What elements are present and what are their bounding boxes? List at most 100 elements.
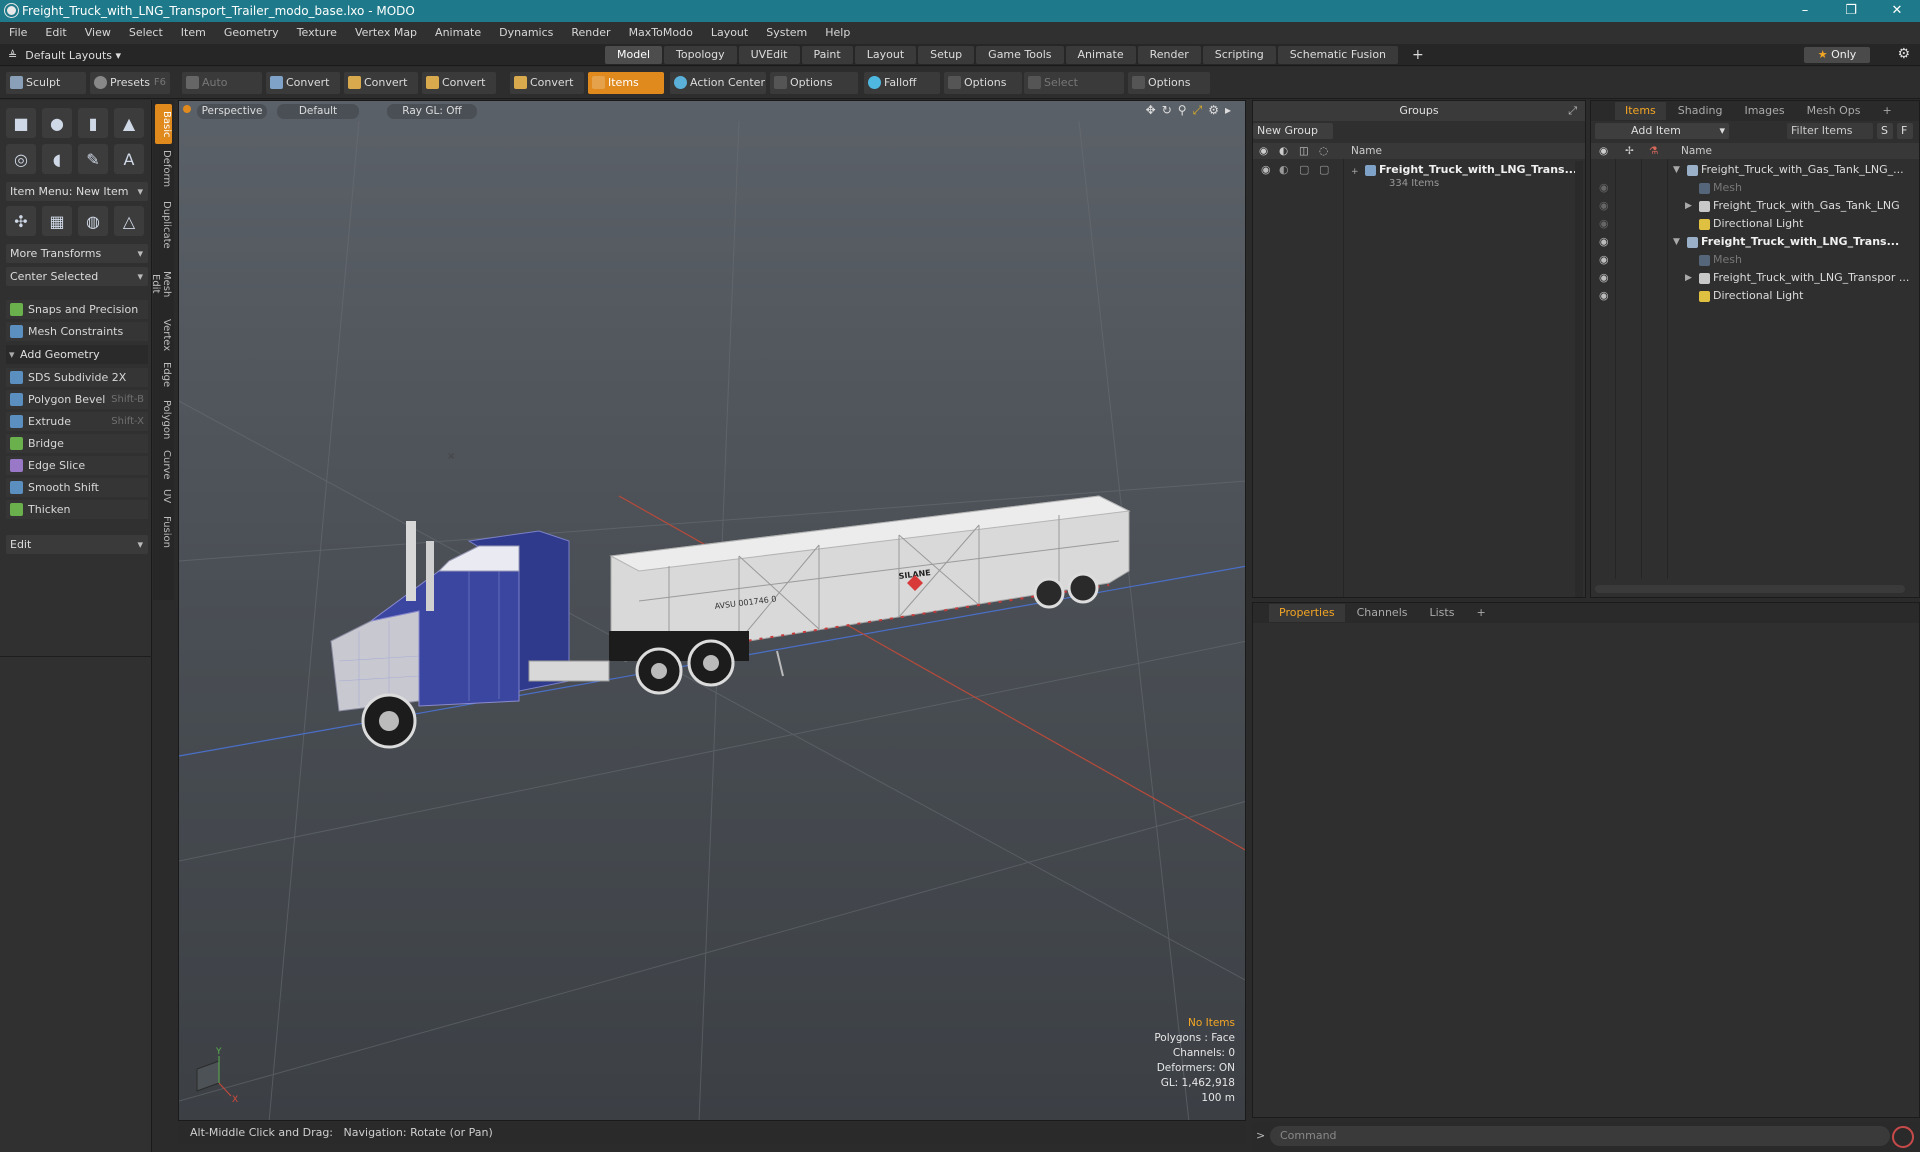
tab-images[interactable]: Images [1734,102,1794,120]
eye-icon[interactable]: ◉ [1261,161,1271,179]
groups-scrollbar[interactable] [1575,161,1583,597]
menu-animate[interactable]: Animate [426,22,490,44]
new-group-button[interactable]: New Group [1253,123,1333,139]
eye-icon[interactable]: ◉ [1599,287,1609,305]
polygon-bevel-button[interactable]: Polygon Bevel Shift-B [6,390,148,409]
bridge-button[interactable]: Bridge [6,434,148,453]
eye-icon[interactable]: ◉ [1599,197,1609,215]
sphere-icon[interactable]: ● [42,108,72,138]
only-toggle[interactable]: ★ Only [1804,47,1870,63]
group-row[interactable]: ◉ ◐ ▢ ▢ + Freight_Truck_with_LNG_Trans..… [1253,161,1585,193]
expand-arrow-icon[interactable]: ▼ [1673,233,1680,251]
menu-view[interactable]: View [76,22,120,44]
render-toggle-icon[interactable]: ◐ [1279,161,1289,179]
tab-animate[interactable]: Animate [1065,46,1136,64]
menu-geometry[interactable]: Geometry [215,22,288,44]
tab-properties[interactable]: Properties [1269,604,1345,622]
vtab-fusion[interactable]: Fusion [155,512,172,552]
filter-s-button[interactable]: S [1877,123,1893,139]
eye-icon[interactable]: ◉ [1599,179,1609,197]
default-layouts-dropdown[interactable]: Default Layouts ▾ [25,49,121,62]
tab-layout[interactable]: Layout [854,46,917,64]
tab-paint[interactable]: Paint [801,46,853,64]
add-tab-plus[interactable]: + [1873,102,1902,120]
name-column[interactable]: Name [1351,143,1382,159]
3d-viewport[interactable]: Perspective Default Ray GL: Off ✥ ↻ ⚲ ⤢ … [178,100,1246,1121]
pen-tool-icon[interactable]: ✎ [78,144,108,174]
tab-render[interactable]: Render [1137,46,1201,64]
cylinder-icon[interactable]: ▮ [78,108,108,138]
convert-polygons-button[interactable]: Convert [422,72,496,94]
gear-icon[interactable]: ⚙ [1897,46,1910,62]
tab-mesh-ops[interactable]: Mesh Ops [1797,102,1871,120]
menu-texture[interactable]: Texture [288,22,346,44]
menu-select[interactable]: Select [120,22,172,44]
expand-arrow-icon[interactable]: ▶ [1685,269,1692,287]
tab-setup[interactable]: Setup [918,46,975,64]
extrude-button[interactable]: Extrude Shift-X [6,412,148,431]
tab-shading[interactable]: Shading [1668,102,1733,120]
add-geometry-header[interactable]: Add Geometry [6,345,148,364]
items-horizontal-scrollbar[interactable] [1595,585,1905,593]
items-mode-button[interactable]: Items [588,72,664,94]
pyramid-icon[interactable]: △ [114,206,144,236]
cone-icon[interactable]: ▲ [114,108,144,138]
tab-scripting[interactable]: Scripting [1202,46,1276,64]
tab-items[interactable]: Items [1615,102,1666,120]
vtab-uv[interactable]: UV [155,484,172,508]
lock-toggle-icon[interactable]: ▢ [1299,161,1309,179]
vtab-duplicate[interactable]: Duplicate [155,196,172,254]
vtab-polygon[interactable]: Polygon [155,396,172,444]
tab-schematic-fusion[interactable]: Schematic Fusion [1277,46,1399,64]
eye-icon[interactable]: ◉ [1599,251,1609,269]
eye-icon[interactable]: ◉ [1599,269,1609,287]
cube-icon[interactable]: ■ [6,108,36,138]
expand-panel-icon[interactable]: ⤢ [1568,101,1577,121]
add-tab-button[interactable]: + [1400,46,1436,64]
select-toggle-icon[interactable]: ▢ [1319,161,1329,179]
menu-vertex-map[interactable]: Vertex Map [346,22,426,44]
action-center-options-button[interactable]: Options [770,72,858,94]
name-column[interactable]: Name [1681,143,1712,159]
menu-dynamics[interactable]: Dynamics [490,22,562,44]
tab-uvedit[interactable]: UVEdit [738,46,800,64]
globe-icon[interactable]: ◍ [78,206,108,236]
tab-game-tools[interactable]: Game Tools [976,46,1064,64]
vtab-deform[interactable]: Deform [155,146,172,192]
layout-collapse-icon[interactable]: ≜ [8,49,17,62]
text-tool-icon[interactable]: A [114,144,144,174]
thicken-button[interactable]: Thicken [6,500,148,519]
convert-vertices-button[interactable]: Convert [266,72,340,94]
sds-subdivide-button[interactable]: SDS Subdivide 2X [6,368,148,387]
snaps-precision-button[interactable]: Snaps and Precision [6,300,148,319]
falloff-options-button[interactable]: Options [944,72,1022,94]
vtab-edge[interactable]: Edge [155,358,172,392]
filter-f-button[interactable]: F [1897,123,1913,139]
add-item-dropdown[interactable]: Add Item ▾ [1595,123,1729,139]
filter-items-input[interactable]: Filter Items [1787,123,1873,139]
menu-item[interactable]: Item [172,22,215,44]
record-icon[interactable] [1892,1126,1914,1148]
vtab-vertex[interactable]: Vertex [155,314,172,356]
smooth-shift-button[interactable]: Smooth Shift [6,478,148,497]
tab-channels[interactable]: Channels [1347,604,1418,622]
menu-layout[interactable]: Layout [702,22,757,44]
convert-edges-button[interactable]: Convert [344,72,418,94]
mesh-constraints-button[interactable]: Mesh Constraints [6,322,148,341]
tab-model[interactable]: Model [605,46,663,64]
tab-lists[interactable]: Lists [1420,604,1465,622]
expand-arrow-icon[interactable]: + [1351,163,1359,181]
menu-help[interactable]: Help [816,22,859,44]
eye-icon[interactable]: ◉ [1599,233,1609,251]
tab-topology[interactable]: Topology [664,46,737,64]
menu-system[interactable]: System [757,22,816,44]
action-center-button[interactable]: Action Center [670,72,766,94]
command-input[interactable]: Command [1270,1126,1890,1146]
presets-button[interactable]: Presets F6 [90,72,170,94]
center-selected-dropdown[interactable]: Center Selected [6,267,148,286]
select-through-button[interactable]: Select Through [1024,72,1124,111]
falloff-button[interactable]: Falloff [864,72,940,94]
edit-dropdown[interactable]: Edit [6,535,148,554]
close-button[interactable]: ✕ [1874,0,1920,22]
minimize-button[interactable]: – [1782,0,1828,22]
